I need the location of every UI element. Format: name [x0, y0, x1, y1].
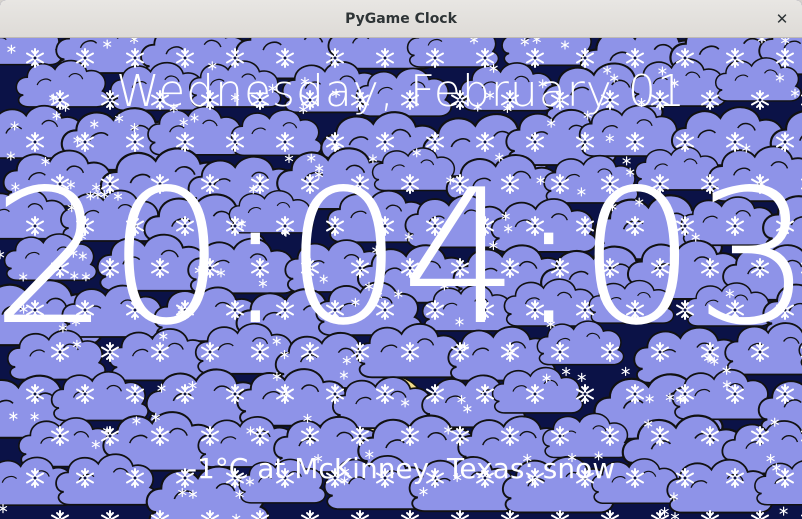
clock-canvas: Wednesday, February 01 20:04:03 -1°C at … — [0, 38, 802, 519]
time-display: 20:04:03 — [0, 149, 802, 366]
close-button[interactable]: ✕ — [770, 7, 794, 31]
title-bar[interactable]: PyGame Clock ✕ — [0, 0, 802, 38]
window-title: PyGame Clock — [345, 11, 457, 27]
close-icon: ✕ — [775, 10, 789, 28]
weather-display: -1°C at McKinney, Texas: snow — [186, 452, 616, 485]
app-window: PyGame Clock ✕ Wednesday, February 01 20… — [0, 0, 802, 519]
date-display: Wednesday, February 01 — [116, 66, 686, 117]
